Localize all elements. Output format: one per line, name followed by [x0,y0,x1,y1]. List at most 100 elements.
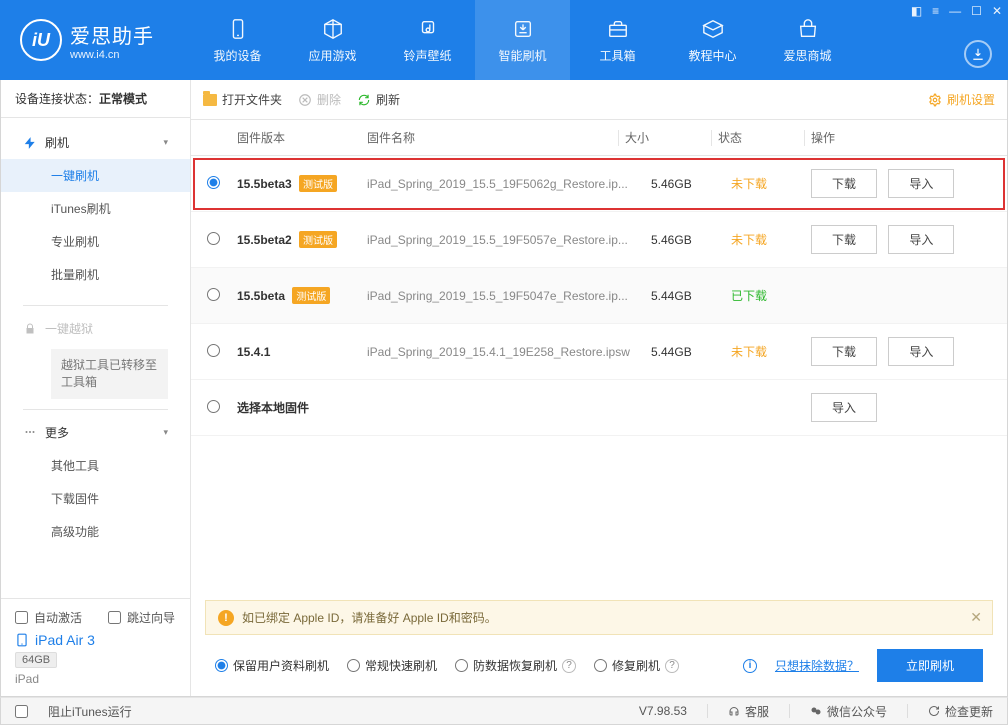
firmware-radio[interactable] [207,232,220,245]
flash-now-button[interactable]: 立即刷机 [877,649,983,682]
erase-only-link[interactable]: 只想抹除数据？ [775,657,859,674]
warning-icon: ! [218,610,234,626]
beta-badge: 测试版 [299,175,337,192]
col-name: 固件名称 [367,129,612,146]
col-version: 固件版本 [237,129,367,146]
import-button[interactable]: 导入 [888,225,954,254]
block-itunes-label: 阻止iTunes运行 [48,703,132,720]
help-icon[interactable]: ? [665,659,679,673]
firmware-radio[interactable] [207,344,220,357]
tablet-icon [15,633,29,647]
import-button[interactable]: 导入 [888,169,954,198]
table-row[interactable]: 15.5beta3 测试版 iPad_Spring_2019_15.5_19F5… [191,156,1007,212]
nav-ringtone[interactable]: 铃声壁纸 [380,0,475,80]
device-name[interactable]: iPad Air 3 [15,632,176,648]
logo-icon: iU [20,19,62,61]
nav-flash[interactable]: 智能刷机 [475,0,570,80]
firmware-list: 15.5beta3 测试版 iPad_Spring_2019_15.5_19F5… [191,156,1007,590]
folder-icon [203,94,217,106]
device-type: iPad [15,672,176,686]
skin-icon[interactable]: ◧ [911,4,922,18]
beta-badge: 测试版 [292,287,330,304]
close-icon[interactable]: ✕ [992,4,1002,18]
minimize-icon[interactable]: — [949,4,961,18]
tip-bar: ! 如已绑定 Apple ID，请准备好 Apple ID和密码。 ✕ [205,600,993,635]
wechat-icon [810,705,822,717]
sidebar-section-more[interactable]: 更多 ▾ [1,416,190,449]
delete-icon [298,93,312,107]
device-storage: 64GB [15,652,57,668]
toolbar: 打开文件夹 删除 刷新 刷机设置 [191,80,1007,120]
sidebar-section-flash[interactable]: 刷机 ▾ [1,126,190,159]
download-button[interactable]: 下载 [811,169,877,198]
table-row[interactable]: 15.5beta 测试版 iPad_Spring_2019_15.5_19F50… [191,268,1007,324]
maximize-icon[interactable]: ☐ [971,4,982,18]
sidebar-item-oneclick[interactable]: 一键刷机 [1,159,190,192]
apps-icon [321,17,345,41]
open-folder-button[interactable]: 打开文件夹 [203,91,282,108]
sidebar: 设备连接状态：正常模式 刷机 ▾ 一键刷机 iTunes刷机 专业刷机 批量刷机… [1,80,191,696]
app-name: 爱思助手 [70,20,154,49]
headset-icon [728,705,740,717]
download-button[interactable]: 下载 [811,225,877,254]
sidebar-item-download-fw[interactable]: 下载固件 [1,482,190,515]
sidebar-item-advanced[interactable]: 高级功能 [1,515,190,548]
nav-apps[interactable]: 应用游戏 [285,0,380,80]
download-button[interactable]: 下载 [811,337,877,366]
col-status: 状态 [718,129,798,146]
titlebar-controls: ◧ ≡ — ☐ ✕ [911,4,1002,18]
sidebar-section-jailbreak: 一键越狱 [1,312,190,345]
info-icon[interactable]: i [743,659,757,673]
import-button[interactable]: 导入 [811,393,877,422]
nav-shop[interactable]: 爱思商城 [760,0,855,80]
table-row-local[interactable]: 选择本地固件 导入 [191,380,1007,436]
flash-icon [511,17,535,41]
wechat-link[interactable]: 微信公众号 [810,703,887,720]
nav-tutorial[interactable]: 教程中心 [665,0,760,80]
top-nav: 我的设备应用游戏铃声壁纸智能刷机工具箱教程中心爱思商城 [190,0,855,80]
lock-icon [23,322,37,336]
skip-guide-checkbox[interactable] [108,611,121,624]
menu-icon[interactable]: ≡ [932,4,939,18]
chevron-down-icon: ▾ [163,427,168,438]
auto-activate-label: 自动激活 [34,609,82,626]
version-label: V7.98.53 [639,704,687,718]
refresh-icon [357,93,371,107]
auto-activate-checkbox[interactable] [15,611,28,624]
main: 打开文件夹 删除 刷新 刷机设置 固件版本 固件名称 大小 状态 [191,80,1007,696]
header: iU 爱思助手 www.i4.cn 我的设备应用游戏铃声壁纸智能刷机工具箱教程中… [0,0,1008,80]
firmware-radio[interactable] [207,176,220,189]
jailbreak-note: 越狱工具已转移至工具箱 [51,349,168,399]
table-header: 固件版本 固件名称 大小 状态 操作 [191,120,1007,156]
check-update-link[interactable]: 检查更新 [928,703,993,720]
nav-device[interactable]: 我的设备 [190,0,285,80]
delete-button[interactable]: 删除 [298,91,341,108]
support-link[interactable]: 客服 [728,703,769,720]
tutorial-icon [701,17,725,41]
block-itunes-checkbox[interactable] [15,705,28,718]
table-row[interactable]: 15.5beta2 测试版 iPad_Spring_2019_15.5_19F5… [191,212,1007,268]
import-button[interactable]: 导入 [888,337,954,366]
toolbox-icon [606,17,630,41]
firmware-radio[interactable] [207,400,220,413]
nav-toolbox[interactable]: 工具箱 [570,0,665,80]
mode-normal[interactable]: 常规快速刷机 [347,657,437,674]
flash-settings-button[interactable]: 刷机设置 [928,91,995,108]
firmware-radio[interactable] [207,288,220,301]
close-icon[interactable]: ✕ [970,609,982,626]
download-manager-icon[interactable] [964,40,992,68]
flash-icon [23,136,37,150]
sidebar-item-pro[interactable]: 专业刷机 [1,225,190,258]
refresh-button[interactable]: 刷新 [357,91,400,108]
sidebar-item-batch[interactable]: 批量刷机 [1,258,190,291]
sidebar-item-itunes[interactable]: iTunes刷机 [1,192,190,225]
app-url: www.i4.cn [70,49,154,61]
mode-anti-loss[interactable]: 防数据恢复刷机 ? [455,657,576,674]
chevron-down-icon: ▾ [163,137,168,148]
help-icon[interactable]: ? [562,659,576,673]
mode-repair[interactable]: 修复刷机 ? [594,657,679,674]
logo: iU 爱思助手 www.i4.cn [0,19,190,61]
sidebar-item-other-tools[interactable]: 其他工具 [1,449,190,482]
mode-keep-data[interactable]: 保留用户资料刷机 [215,657,329,674]
table-row[interactable]: 15.4.1 iPad_Spring_2019_15.4.1_19E258_Re… [191,324,1007,380]
